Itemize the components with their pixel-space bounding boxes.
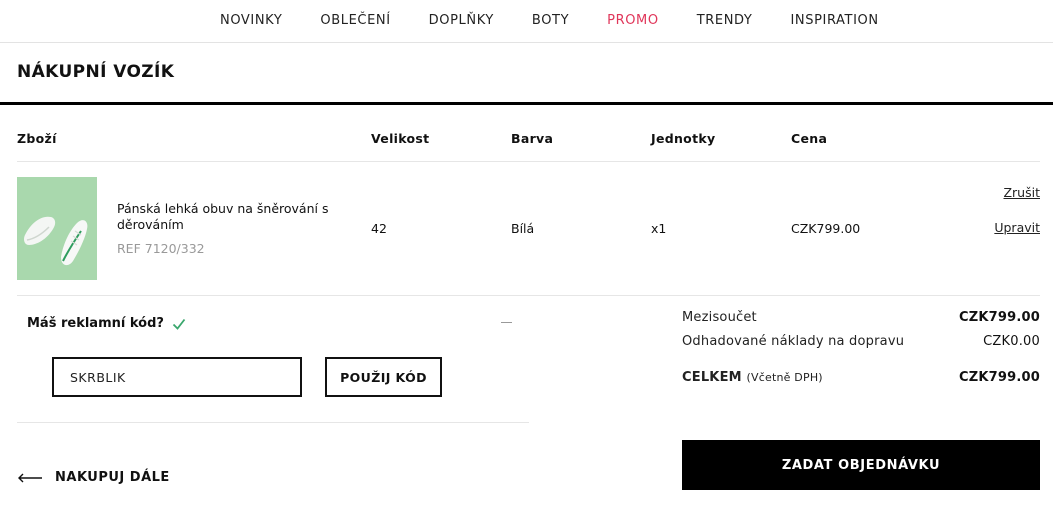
product-thumbnail[interactable] [17, 177, 97, 280]
column-header-item: Zboží [17, 131, 57, 146]
product-color: Bílá [511, 221, 535, 236]
total-vat-note: (Včetně DPH) [746, 371, 823, 384]
product-price: CZK799.00 [791, 221, 861, 236]
promo-code-question: Máš reklamní kód? [27, 316, 164, 331]
row-divider [17, 295, 1040, 296]
nav-item-novinky[interactable]: NOVINKY [220, 13, 282, 28]
promo-divider [17, 422, 529, 423]
shipping-label: Odhadované náklady na dopravu [682, 334, 905, 349]
total-label: CELKEM [682, 370, 742, 385]
header-divider [17, 161, 1040, 162]
nav-item-inspiration[interactable]: INSPIRATION [790, 13, 878, 28]
top-navigation: NOVINKY OBLEČENÍ DOPLŇKY BOTY PROMO TREN… [0, 0, 1053, 43]
apply-code-button[interactable]: POUŽIJ KÓD [325, 357, 442, 397]
check-icon [172, 318, 186, 330]
total-label-group: CELKEM (Včetně DPH) [682, 370, 823, 385]
continue-shopping-link[interactable]: NAKUPUJ DÁLE [17, 470, 170, 485]
nav-item-obleceni[interactable]: OBLEČENÍ [320, 13, 390, 28]
total-value: CZK799.00 [958, 370, 1040, 385]
arrow-left-icon [18, 473, 42, 482]
promo-code-toggle[interactable]: Máš reklamní kód? [27, 316, 186, 331]
column-header-size: Velikost [371, 131, 430, 146]
shoe-image [17, 177, 97, 280]
continue-shopping-label: NAKUPUJ DÁLE [55, 470, 170, 485]
column-header-color: Barva [511, 131, 554, 146]
product-name[interactable]: Pánská lehká obuv na šněrování s děrován… [117, 201, 342, 233]
subtotal-label: Mezisoučet [682, 310, 757, 325]
shipping-value: CZK0.00 [983, 334, 1040, 349]
column-header-units: Jednotky [651, 131, 716, 146]
column-header-price: Cena [791, 131, 828, 146]
product-ref: REF 7120/332 [117, 241, 205, 256]
nav-item-doplnky[interactable]: DOPLŇKY [429, 13, 494, 28]
title-divider [0, 102, 1053, 105]
nav-item-boty[interactable]: BOTY [532, 13, 569, 28]
product-size: 42 [371, 221, 387, 236]
collapse-icon[interactable] [501, 322, 512, 323]
page-title: NÁKUPNÍ VOZÍK [17, 62, 175, 82]
cancel-item-link[interactable]: Zrušit [1003, 185, 1040, 200]
place-order-button[interactable]: ZADAT OBJEDNÁVKU [682, 440, 1040, 490]
edit-item-link[interactable]: Upravit [994, 220, 1040, 235]
product-units: x1 [651, 221, 667, 236]
promo-code-input[interactable] [52, 357, 302, 397]
subtotal-value: CZK799.00 [958, 310, 1040, 325]
nav-item-promo[interactable]: PROMO [607, 13, 659, 28]
nav-item-trendy[interactable]: TRENDY [697, 13, 753, 28]
nav-menu: NOVINKY OBLEČENÍ DOPLŇKY BOTY PROMO TREN… [220, 13, 917, 28]
